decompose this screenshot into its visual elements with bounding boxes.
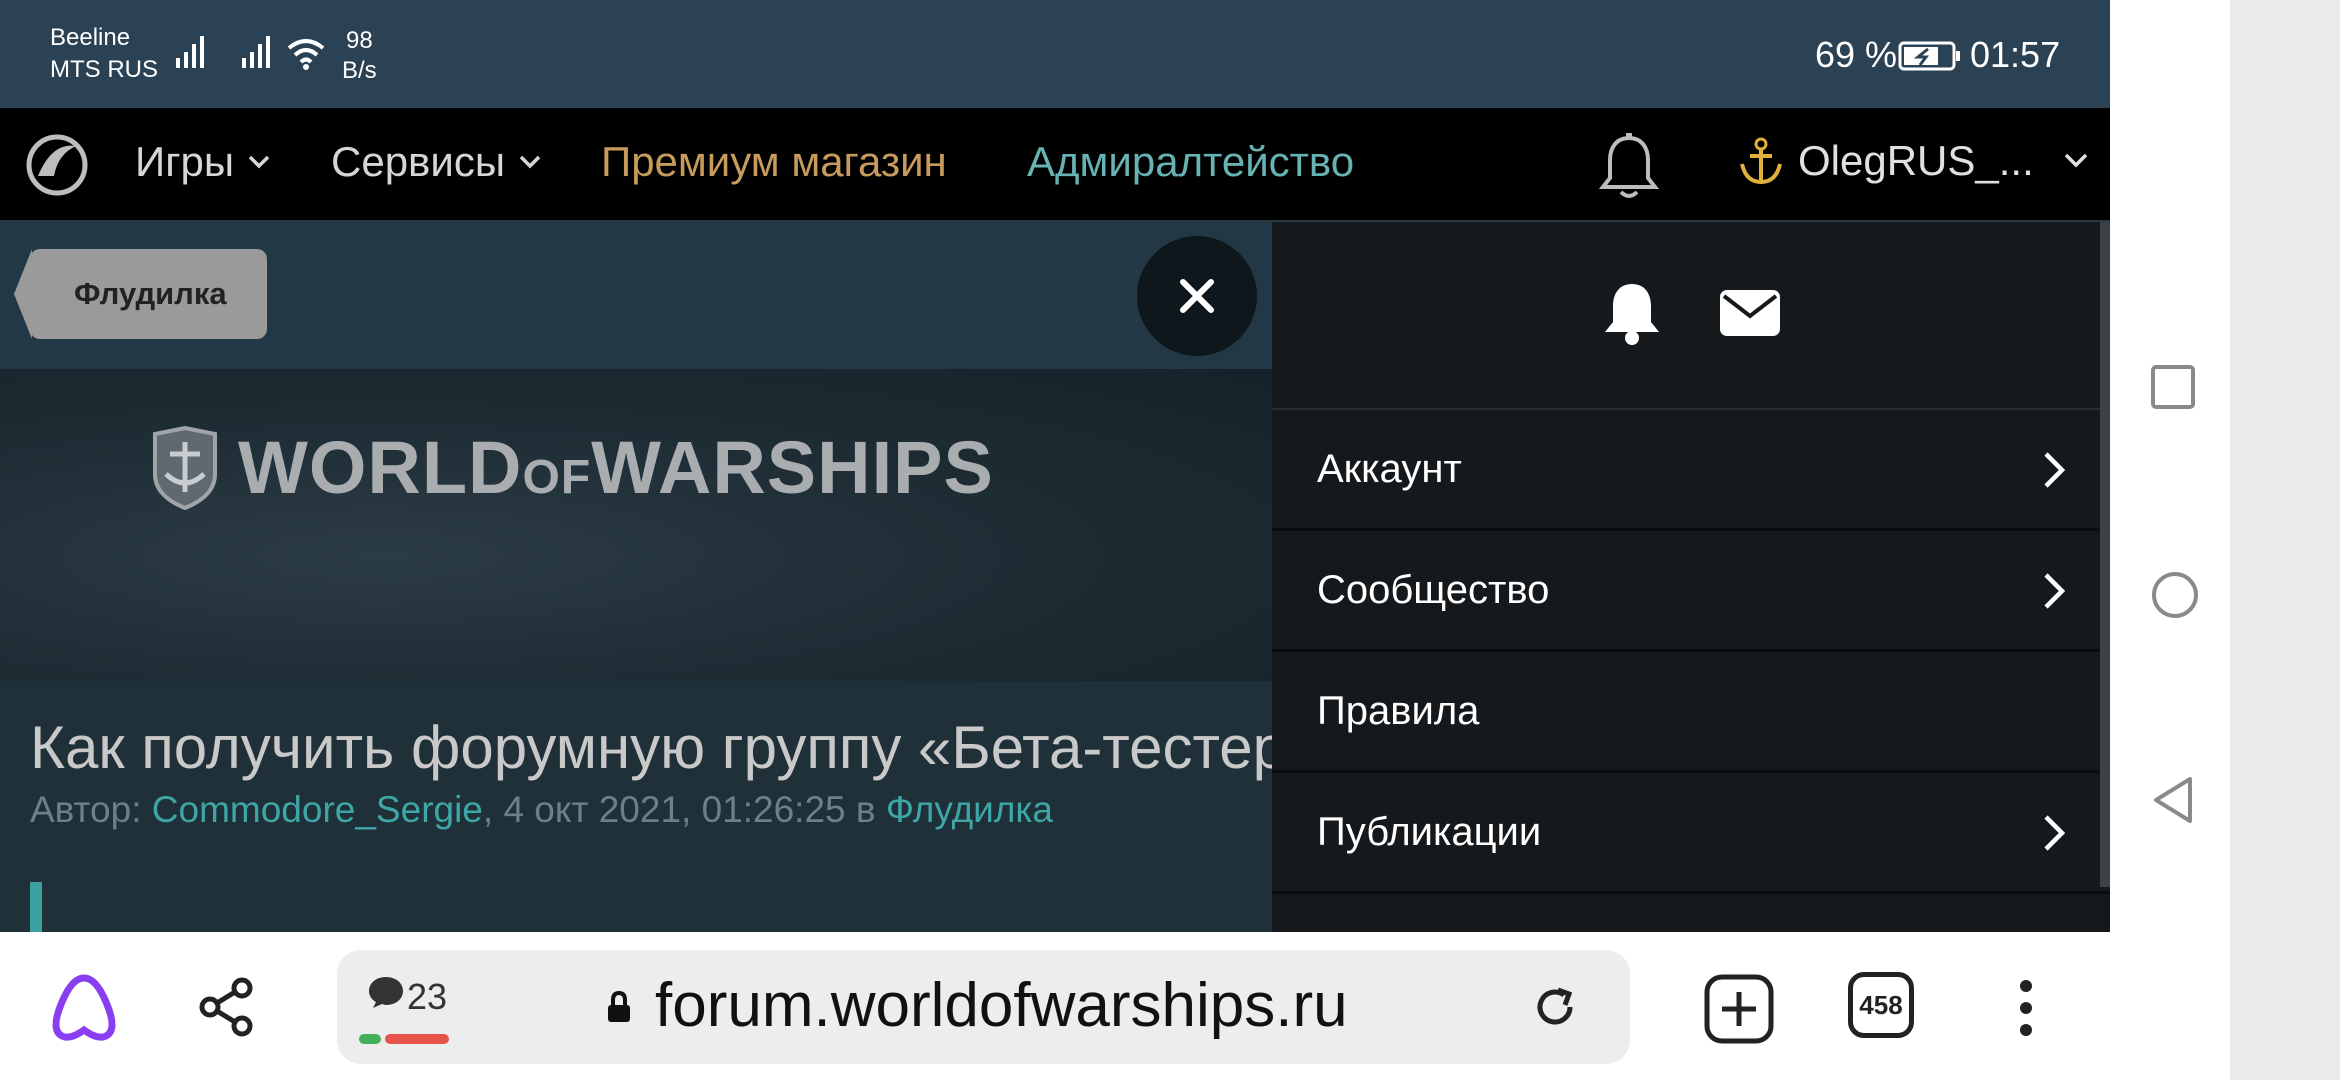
battery-icon [1898,41,1960,71]
nav-games-label: Игры [135,138,235,185]
close-menu-button[interactable] [1137,236,1257,356]
bell-icon[interactable] [1602,278,1662,346]
wows-shield-icon [153,425,217,510]
breadcrumb-forum[interactable]: Флудилка [14,249,267,339]
drawer-item-label: Сообщество [1317,567,1550,612]
topic-header: Как получить форумную группу «Бета-тесте… [0,681,1272,932]
drawer-header [1272,222,2110,410]
chevron-down-icon [2064,153,2088,168]
page-content: Флудилка WORLDOFWARSHIPS Как получить фо… [0,222,1272,932]
back-triangle-icon[interactable] [2150,775,2196,825]
wordmark-of: OF [522,451,592,504]
network-speed: 98 B/s [342,26,377,86]
breadcrumb-bar: Флудилка [0,222,1272,369]
meta-prefix: Автор: [30,789,152,830]
signal-icon [176,36,204,68]
phone-screen: Beeline MTS RUS 98 B/s 69 % 01:57 Игры С… [0,0,2110,1080]
post-date: , 4 окт 2021, 01:26:25 в [482,789,886,830]
topic-meta: Автор: Commodore_Sergie, 4 окт 2021, 01:… [30,789,1053,831]
chevron-down-icon [248,155,270,169]
screen-edge-strip [2230,0,2340,1080]
net-speed-unit: B/s [342,57,377,84]
username: OlegRUS_... [1798,137,2034,184]
nav-premium-shop[interactable]: Премиум магазин [601,138,947,186]
comments-count[interactable]: 23 [407,976,447,1018]
chevron-right-icon [2044,452,2066,488]
nav-admiralty[interactable]: Адмиралтейство [1027,138,1354,186]
clock: 01:57 [1970,34,2061,75]
home-circle-icon[interactable] [2150,570,2200,620]
drawer-item-community[interactable]: Сообщество [1272,531,2110,652]
close-icon [1180,279,1214,313]
drawer-item-label: Аккаунт [1317,446,1462,491]
wows-logo[interactable]: WORLDOFWARSHIPS [150,425,994,510]
chevron-right-icon [2044,815,2066,851]
alice-assistant-icon[interactable] [48,972,120,1042]
wordmark-world: WORLD [238,426,523,509]
comment-bubble-icon[interactable] [367,974,405,1010]
chevron-right-icon [2044,573,2066,609]
post-accent-bar [30,882,42,932]
wows-wordmark: WORLDOFWARSHIPS [238,425,994,510]
wifi-icon [287,39,325,70]
new-tab-icon[interactable] [1704,974,1774,1044]
drawer-item-publications[interactable]: Публикации [1272,773,2110,894]
drawer-item-rules[interactable]: Правила [1272,652,2110,773]
drawer-item-account[interactable]: Аккаунт [1272,410,2110,531]
battery-percent: 69 % [1815,34,1898,75]
nav-services-label: Сервисы [331,138,506,185]
browser-toolbar: 23 forum.worldofwarships.ru 458 [0,932,2110,1080]
url-text[interactable]: forum.worldofwarships.ru [655,970,1348,1041]
address-bar[interactable]: 23 forum.worldofwarships.ru [337,950,1630,1064]
carrier-names: Beeline MTS RUS [50,22,158,86]
share-icon[interactable] [196,976,258,1038]
author-link[interactable]: Commodore_Sergie [152,789,483,830]
status-bar: Beeline MTS RUS 98 B/s 69 % 01:57 [0,0,2110,108]
rating-positive-bar [359,1034,381,1044]
net-speed-value: 98 [345,27,373,54]
carrier-2: MTS RUS [50,56,158,83]
notifications-bell-icon[interactable] [1598,132,1660,202]
reload-icon[interactable] [1532,984,1578,1030]
signal-icon [242,36,270,68]
carrier-1: Beeline [50,24,131,51]
forum-banner: WORLDOFWARSHIPS [0,369,1272,681]
recent-apps-square-icon[interactable] [2150,364,2196,410]
topic-title: Как получить форумную группу «Бета-тесте… [30,714,1272,781]
side-drawer-menu: Аккаунт Сообщество Правила Публикации [1272,222,2110,932]
drawer-item-label: Публикации [1317,809,1542,854]
mail-icon[interactable] [1718,288,1782,338]
drawer-scrollbar[interactable] [2100,222,2110,887]
nav-games[interactable]: Игры [135,138,270,186]
forum-link[interactable]: Флудилка [886,789,1053,830]
anchor-icon [1740,137,1782,185]
nav-services[interactable]: Сервисы [331,138,541,186]
chevron-down-icon [519,155,541,169]
site-navigation: Игры Сервисы Премиум магазин Адмиралтейс… [0,108,2110,222]
rating-negative-bar [385,1034,449,1044]
drawer-item-label: Правила [1317,688,1480,733]
more-menu-icon[interactable] [2016,978,2036,1038]
tabs-counter-button[interactable]: 458 [1848,972,1914,1038]
user-menu[interactable]: OlegRUS_... [1736,136,2088,186]
wargaming-logo-icon[interactable] [24,132,90,198]
wordmark-warships: WARSHIPS [591,426,994,509]
android-navigation-bar [2110,0,2230,1080]
lock-icon [608,990,630,1022]
